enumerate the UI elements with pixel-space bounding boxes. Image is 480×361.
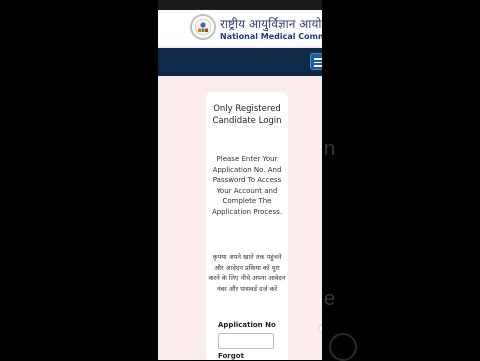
background-ghost-text-2: e [324, 288, 336, 310]
site-title-hindi: राष्ट्रीय आयुर्विज्ञान आयो [220, 17, 322, 31]
login-instructions: Please Enter Your Application No. And Pa… [211, 155, 283, 216]
forgot-link[interactable]: Forgot [218, 352, 244, 360]
application-no-input[interactable] [218, 333, 274, 349]
hamburger-menu-icon[interactable] [310, 53, 322, 70]
login-card: Only Registered Candidate Login Please E… [206, 92, 322, 360]
background-ghost-text-1: n [324, 138, 336, 160]
site-header: राष्ट्रीय आयुर्विज्ञान आयो National Medi… [158, 10, 322, 46]
login-instructions-hindi: कृपया अपने खाते तक पहुंचने और आवेदन प्रक… [208, 253, 286, 293]
mobile-screen: राष्ट्रीय आयुर्विज्ञान आयो National Medi… [158, 0, 322, 360]
nmc-emblem-icon[interactable] [190, 14, 216, 40]
site-title-english: National Medical Commissio [220, 32, 322, 41]
main-navbar [158, 48, 322, 76]
login-card-title: Only Registered Candidate Login [212, 104, 282, 126]
application-no-label: Application No [218, 321, 276, 329]
radio-button[interactable] [318, 324, 322, 333]
background-ghost-circle [329, 333, 357, 361]
status-bar [158, 0, 322, 10]
